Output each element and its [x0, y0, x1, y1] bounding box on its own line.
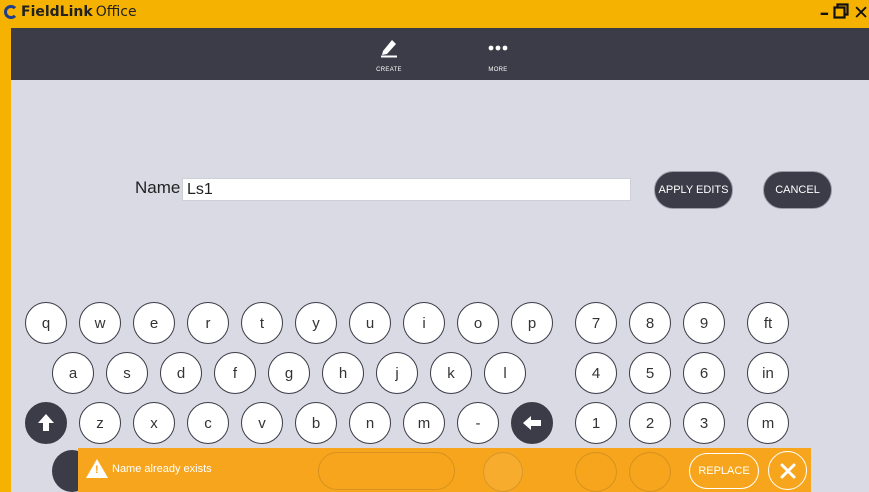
key-6[interactable]: 6: [683, 352, 725, 394]
key-q[interactable]: q: [25, 302, 67, 344]
key-ft[interactable]: ft: [747, 302, 789, 344]
create-tool-button[interactable]: CREATE: [359, 36, 419, 73]
key-m[interactable]: m: [403, 402, 445, 444]
shift-up-icon: [38, 414, 54, 431]
key-a[interactable]: a: [52, 352, 94, 394]
key-z[interactable]: z: [79, 402, 121, 444]
backspace-icon: [523, 416, 541, 430]
backspace-key[interactable]: [511, 402, 553, 444]
restore-icon[interactable]: [833, 2, 849, 24]
key-5[interactable]: 5: [629, 352, 671, 394]
key-p[interactable]: p: [511, 302, 553, 344]
toast-message: Name already exists: [112, 463, 212, 475]
key-7[interactable]: 7: [575, 302, 617, 344]
key-j[interactable]: j: [376, 352, 418, 394]
key-9[interactable]: 9: [683, 302, 725, 344]
key-ghost-2: [629, 452, 671, 492]
key-v[interactable]: v: [241, 402, 283, 444]
more-tool-button[interactable]: MORE: [468, 36, 528, 73]
key-unit-m[interactable]: m: [747, 402, 789, 444]
window-left-edge: [0, 28, 11, 492]
key-o[interactable]: o: [457, 302, 499, 344]
name-input[interactable]: [182, 178, 631, 201]
minimize-icon[interactable]: –: [820, 2, 830, 24]
key-4[interactable]: 4: [575, 352, 617, 394]
key-g[interactable]: g: [268, 352, 310, 394]
more-label: MORE: [488, 67, 508, 73]
key-k[interactable]: k: [430, 352, 472, 394]
key-f[interactable]: f: [214, 352, 256, 394]
hidden-key-ghost: [318, 452, 455, 490]
key-in[interactable]: in: [747, 352, 789, 394]
key-s[interactable]: s: [106, 352, 148, 394]
cancel-button[interactable]: CANCEL: [763, 171, 832, 209]
key-y[interactable]: y: [295, 302, 337, 344]
warning-icon: !: [86, 459, 108, 478]
key-2[interactable]: 2: [629, 402, 671, 444]
toolbar: CREATE MORE: [11, 28, 869, 80]
key-3[interactable]: 3: [683, 402, 725, 444]
name-label: Name: [135, 178, 181, 197]
key-8[interactable]: 8: [629, 302, 671, 344]
toast-close-button[interactable]: [768, 451, 807, 490]
key-l[interactable]: l: [484, 352, 526, 394]
pencil-icon: [381, 40, 397, 58]
close-window-icon[interactable]: ✕: [853, 2, 869, 24]
shift-key[interactable]: [25, 402, 67, 444]
window-controls: – ✕: [820, 2, 869, 24]
title-bar: FieldLink Office – ✕: [0, 0, 869, 28]
key-c[interactable]: c: [187, 402, 229, 444]
create-label: CREATE: [376, 67, 402, 73]
play-key-ghost: [483, 452, 523, 492]
key-ghost-1: [575, 452, 617, 492]
key-b[interactable]: b: [295, 402, 337, 444]
key-dash[interactable]: -: [457, 402, 499, 444]
key-e[interactable]: e: [133, 302, 175, 344]
key-h[interactable]: h: [322, 352, 364, 394]
key-t[interactable]: t: [241, 302, 283, 344]
key-x[interactable]: x: [133, 402, 175, 444]
app-title: FieldLink Office: [4, 4, 137, 20]
key-u[interactable]: u: [349, 302, 391, 344]
key-d[interactable]: d: [160, 352, 202, 394]
key-1[interactable]: 1: [575, 402, 617, 444]
replace-button[interactable]: REPLACE: [689, 453, 759, 489]
key-r[interactable]: r: [187, 302, 229, 344]
apply-edits-button[interactable]: APPLY EDITS: [654, 171, 733, 209]
key-n[interactable]: n: [349, 402, 391, 444]
fieldlink-logo-icon: [4, 5, 18, 19]
app-title-rest: Office: [95, 4, 137, 20]
key-w[interactable]: w: [79, 302, 121, 344]
close-icon: [780, 463, 795, 478]
app-title-bold: FieldLink: [21, 4, 93, 20]
ellipsis-icon: [488, 45, 508, 51]
key-i[interactable]: i: [403, 302, 445, 344]
